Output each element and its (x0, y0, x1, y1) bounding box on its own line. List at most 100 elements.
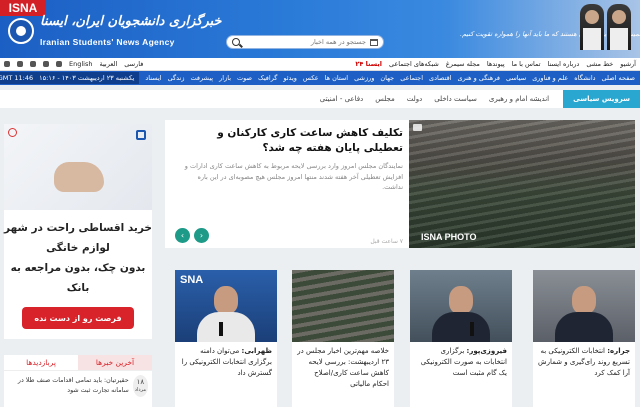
parliament-photo (409, 120, 635, 248)
nav-item-simorgh[interactable]: مجله سیمرغ (446, 60, 480, 68)
aparat-icon[interactable] (4, 61, 10, 67)
ad-cta-button[interactable]: فرصت رو از دست نده (22, 307, 134, 329)
date-badge: ۱۸ مرداد (132, 375, 148, 397)
ad-choice-icon[interactable] (8, 128, 17, 137)
section-item[interactable]: مجلس (375, 95, 395, 103)
nav-photo[interactable]: عکس (303, 74, 319, 82)
list-item-text[interactable]: حقیرتیان: باید تمامی اقدامات صنف طلا در … (8, 376, 129, 396)
section-item[interactable]: دولت (407, 95, 423, 103)
featured-text: تکلیف کاهش ساعت کاری کارکنان و تعطیلی پا… (175, 126, 403, 193)
photo-watermark: ISNA PHOTO (421, 232, 477, 242)
site-name-en[interactable]: Iranian Students' News Agency (40, 37, 175, 47)
next-arrow-icon[interactable]: › (194, 228, 209, 243)
news-photo[interactable] (533, 270, 635, 342)
calendar-icon[interactable] (370, 38, 378, 46)
nav-sports[interactable]: ورزشی (354, 74, 374, 82)
microphone-icon (470, 322, 474, 336)
nav-life[interactable]: زندگی (168, 74, 185, 82)
search-icon[interactable] (232, 38, 240, 46)
news-caption[interactable]: خلاصه مهم‌ترین اخبار مجلس در ۲۳ اردیبهشت… (292, 342, 394, 394)
news-card[interactable]: فیروزی‌پور: برگزاری انتخابات به صورت الک… (410, 270, 512, 407)
lang-fa[interactable]: فارسی (124, 60, 143, 68)
search-box (226, 35, 384, 49)
nav-item-about[interactable]: درباره ایسنا (548, 60, 580, 68)
lang-en[interactable]: English (69, 60, 92, 68)
section-title[interactable]: سرویس سیاسی (563, 90, 640, 108)
emblem-icon (8, 18, 34, 44)
news-card[interactable]: SNA ظهرابی: می‌توان دامنه برگزاری انتخاب… (175, 270, 277, 407)
person-face (572, 286, 596, 314)
section-item[interactable]: اندیشه امام و رهبری (489, 95, 549, 103)
ad-message: خرید اقساطی راحت در شهر لوازم خانگی بدون… (4, 222, 152, 294)
section-item[interactable]: سیاست داخلی (434, 95, 477, 103)
news-photo[interactable] (292, 270, 394, 342)
advertisement[interactable]: خرید اقساطی راحت در شهر لوازم خانگی بدون… (4, 124, 152, 339)
prev-arrow-icon[interactable]: ‹ (175, 228, 190, 243)
nav-isnad[interactable]: ایسناد (145, 74, 161, 82)
nav-home[interactable]: صفحه اصلی (602, 74, 635, 82)
person-body (555, 312, 613, 342)
nav-social[interactable]: اجتماعی (400, 74, 423, 82)
person-face (449, 286, 473, 314)
nav-science[interactable]: علم و فناوری (532, 74, 568, 82)
featured-title[interactable]: تکلیف کاهش ساعت کاری کارکنان و تعطیلی پا… (175, 126, 403, 156)
person-body (432, 312, 490, 342)
tab-latest[interactable]: آخرین خبرها (78, 355, 152, 370)
brand-logo-icon (136, 130, 146, 140)
portrait-image (580, 4, 604, 50)
nav-university[interactable]: دانشگاه (574, 74, 595, 82)
news-caption[interactable]: فیروزی‌پور: برگزاری انتخابات به صورت الک… (410, 342, 512, 383)
sna-logo: SNA (180, 274, 204, 286)
nav-item-links[interactable]: پیوندها (487, 60, 505, 68)
featured-summary: نمایندگان مجلس امروز وارد بررسی لایحه مر… (184, 162, 403, 191)
news-caption[interactable]: جراره: انتخابات الکترونیکی به تسریع روند… (533, 342, 635, 383)
nav-item-social[interactable]: شبکه‌های اجتماعی (389, 60, 439, 68)
twitter-icon[interactable] (43, 61, 49, 67)
featured-time: ۷ ساعت قبل (370, 238, 403, 245)
nav-item-policy[interactable]: خط مشی (586, 60, 613, 68)
microphone-icon (219, 322, 223, 336)
hand-image (54, 162, 104, 192)
nav-item-isna24[interactable]: ایسنا ۲۴ (355, 60, 382, 68)
site-header: ISNA خبرگزاری دانشجویان ایران، ایسنا Ira… (0, 0, 640, 58)
section-nav: سرویس سیاسی اندیشه امام و رهبری سیاست دا… (0, 90, 640, 108)
telegram-icon[interactable] (17, 61, 23, 67)
news-photo[interactable] (410, 270, 512, 342)
ad-image[interactable] (4, 124, 152, 210)
camera-icon (413, 124, 422, 131)
news-card[interactable]: جراره: انتخابات الکترونیکی به تسریع روند… (533, 270, 635, 407)
lang-ar[interactable]: العربیة (99, 60, 117, 68)
featured-photo[interactable]: ISNA PHOTO (409, 120, 635, 248)
nav-culture[interactable]: فرهنگی و هنری (458, 74, 500, 82)
date-box: یکشنبه ۲۳ اردیبهشت ۱۴۰۳ - ۱۵:۱۶ GMT 11:4… (0, 72, 140, 84)
news-photo[interactable]: SNA (175, 270, 277, 342)
instagram-icon[interactable] (30, 61, 36, 67)
top-nav: آرشیو خط مشی درباره ایسنا تماس با ما پیو… (0, 58, 640, 71)
nav-progress[interactable]: پیشرفت (190, 74, 213, 82)
date-fa: یکشنبه ۲۳ اردیبهشت ۱۴۰۳ - ۱۵:۱۶ (39, 74, 135, 82)
nav-world[interactable]: جهان (380, 74, 394, 82)
search-input[interactable] (244, 38, 366, 46)
nav-economy[interactable]: اقتصادی (429, 74, 451, 82)
tab-popular[interactable]: پربازدیدها (4, 355, 78, 370)
nav-market[interactable]: بازار (219, 74, 231, 82)
site-name-fa[interactable]: خبرگزاری دانشجویان ایران، ایسنا (40, 14, 221, 29)
news-caption[interactable]: ظهرابی: می‌توان دامنه برگزاری انتخابات ا… (175, 342, 277, 383)
portrait-image (607, 4, 631, 50)
time-gmt: GMT 11:46 (0, 74, 34, 82)
person-body (197, 312, 255, 342)
section-item[interactable]: دفاعی - امنیتی (320, 95, 363, 103)
news-card[interactable]: خلاصه مهم‌ترین اخبار مجلس در ۲۳ اردیبهشت… (292, 270, 394, 407)
nav-provinces[interactable]: استان ها (325, 74, 348, 82)
rss-icon[interactable] (56, 61, 62, 67)
list-item[interactable]: ۱۸ مرداد حقیرتیان: باید تمامی اقدامات صنف… (4, 371, 152, 401)
featured-news[interactable]: ISNA PHOTO تکلیف کاهش ساعت کاری کارکنان … (165, 120, 635, 248)
nav-politics[interactable]: سیاسی (506, 74, 526, 82)
nav-graphic[interactable]: گرافیک (258, 74, 277, 82)
nav-item-archive[interactable]: آرشیو (620, 60, 636, 68)
person-face (214, 286, 238, 314)
nav-video[interactable]: ویدئو (283, 74, 297, 82)
nav-audio[interactable]: صوت (237, 74, 252, 82)
nav-item-contact[interactable]: تماس با ما (512, 60, 541, 68)
news-cards: جراره: انتخابات الکترونیکی به تسریع روند… (165, 270, 635, 407)
